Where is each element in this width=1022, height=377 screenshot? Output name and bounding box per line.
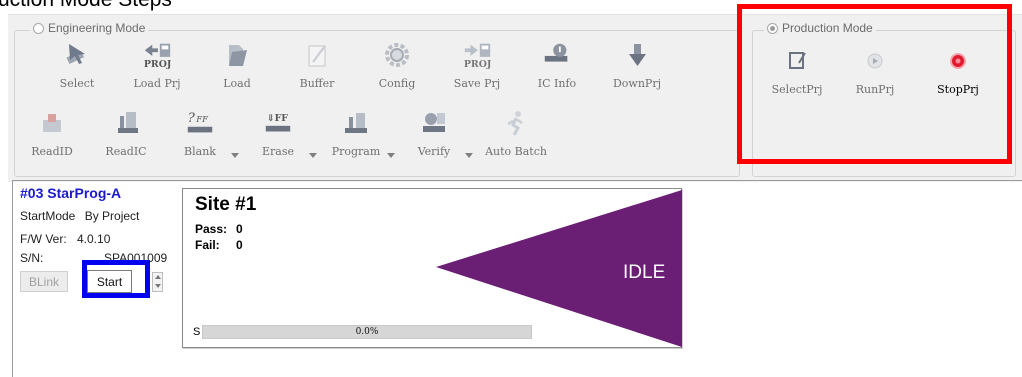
pass-value: 0: [236, 222, 243, 236]
tool-verify[interactable]: Verify: [397, 108, 471, 158]
progress-text: 0.0%: [355, 327, 379, 337]
svg-text:⇓FF: ⇓FF: [267, 113, 289, 124]
engineering-toolbar-row1: Select PROJ Load Prj Load Buffer Config …: [37, 40, 677, 90]
tool-select[interactable]: Select: [37, 40, 117, 90]
serial-number-label: S/N:: [20, 251, 44, 265]
tool-config-label: Config: [378, 77, 416, 90]
svg-text:?: ?: [188, 111, 196, 126]
buffer-edit-icon: [301, 40, 333, 70]
read-ic-icon: [110, 108, 142, 138]
tool-ic-info[interactable]: IC Info: [517, 40, 597, 90]
tool-readid[interactable]: ReadID: [15, 108, 89, 158]
tool-select-label: Select: [59, 77, 95, 90]
tool-buffer-label: Buffer: [299, 77, 335, 90]
tool-auto-batch[interactable]: Auto Batch: [475, 108, 557, 158]
erase-dropdown-arrow[interactable]: [309, 153, 317, 158]
fail-label: Fail:: [195, 238, 220, 252]
load-project-icon: PROJ: [141, 40, 173, 70]
tool-load-prj[interactable]: PROJ Load Prj: [117, 40, 197, 90]
device-title: #03 StarProg-A: [20, 185, 122, 201]
verify-icon: [418, 108, 450, 138]
spin-down-icon[interactable]: [155, 284, 161, 288]
tool-load[interactable]: Load: [197, 40, 277, 90]
fw-version-value: 4.0.10: [77, 232, 111, 246]
tool-load-prj-label: Load Prj: [133, 77, 181, 90]
tool-ic-info-label: IC Info: [537, 77, 577, 90]
tool-config[interactable]: Config: [357, 40, 437, 90]
tool-downprj-label: DownPrj: [612, 77, 661, 90]
select-cursor-icon: [61, 40, 93, 70]
tool-erase[interactable]: ⇓FF Erase: [241, 108, 315, 158]
blink-button[interactable]: BLink: [20, 271, 68, 292]
save-project-icon: PROJ: [461, 40, 493, 70]
read-id-icon: [36, 108, 68, 138]
svg-text:FF: FF: [195, 114, 209, 124]
tool-auto-batch-label: Auto Batch: [485, 145, 547, 158]
verify-dropdown-arrow[interactable]: [465, 153, 473, 158]
production-mode-highlight: [737, 4, 1012, 164]
auto-batch-runner-icon: [500, 108, 532, 138]
spin-up-icon[interactable]: [155, 275, 161, 279]
tool-erase-label: Erase: [261, 145, 294, 158]
engineering-mode-title: Engineering Mode: [48, 21, 146, 35]
tool-blank[interactable]: ? FF Blank: [163, 108, 237, 158]
progress-bar: 0.0%: [202, 325, 532, 339]
page-caption: uction Mode Steps: [0, 0, 172, 12]
tool-readic[interactable]: ReadIC: [89, 108, 163, 158]
tool-program[interactable]: Program: [319, 108, 393, 158]
site-status-text: IDLE: [623, 262, 666, 283]
folder-open-icon: [221, 40, 253, 70]
svg-text:PROJ: PROJ: [144, 59, 172, 70]
progress-prefix: S: [193, 326, 201, 338]
fw-version-label: F/W Ver:: [20, 232, 67, 246]
erase-icon: ⇓FF: [262, 108, 294, 138]
site-title: Site #1: [195, 194, 257, 215]
download-project-icon: [621, 40, 653, 70]
engineering-mode-radio-label[interactable]: Engineering Mode: [30, 21, 149, 35]
chip-info-icon: [541, 40, 573, 70]
gear-icon: [381, 40, 413, 70]
tool-downprj[interactable]: DownPrj: [597, 40, 677, 90]
engineering-mode-radio[interactable]: [33, 22, 44, 34]
tool-load-label: Load: [223, 77, 251, 90]
engineering-toolbar-row2: ReadID ReadIC ? FF Blank ⇓FF Erase Progr…: [15, 108, 557, 158]
tool-readid-label: ReadID: [31, 145, 73, 158]
pass-label: Pass:: [195, 222, 228, 236]
svg-text:PROJ: PROJ: [464, 59, 492, 70]
start-mode-row: StartMode By Project: [20, 209, 139, 223]
start-mode-label: StartMode: [20, 209, 76, 223]
program-icon: [340, 108, 372, 138]
tool-buffer[interactable]: Buffer: [277, 40, 357, 90]
fail-value: 0: [236, 238, 243, 252]
tool-readic-label: ReadIC: [105, 145, 147, 158]
start-spin-control[interactable]: [152, 272, 163, 292]
program-dropdown-arrow[interactable]: [387, 153, 395, 158]
tool-save-prj[interactable]: PROJ Save Prj: [437, 40, 517, 90]
tool-verify-label: Verify: [417, 145, 451, 158]
blank-dropdown-arrow[interactable]: [231, 153, 239, 158]
start-button-highlight: [82, 260, 150, 298]
tool-program-label: Program: [331, 145, 381, 158]
tool-save-prj-label: Save Prj: [453, 77, 501, 90]
start-mode-value: By Project: [84, 209, 140, 223]
blank-check-icon: ? FF: [184, 108, 216, 138]
tool-blank-label: Blank: [184, 145, 216, 158]
